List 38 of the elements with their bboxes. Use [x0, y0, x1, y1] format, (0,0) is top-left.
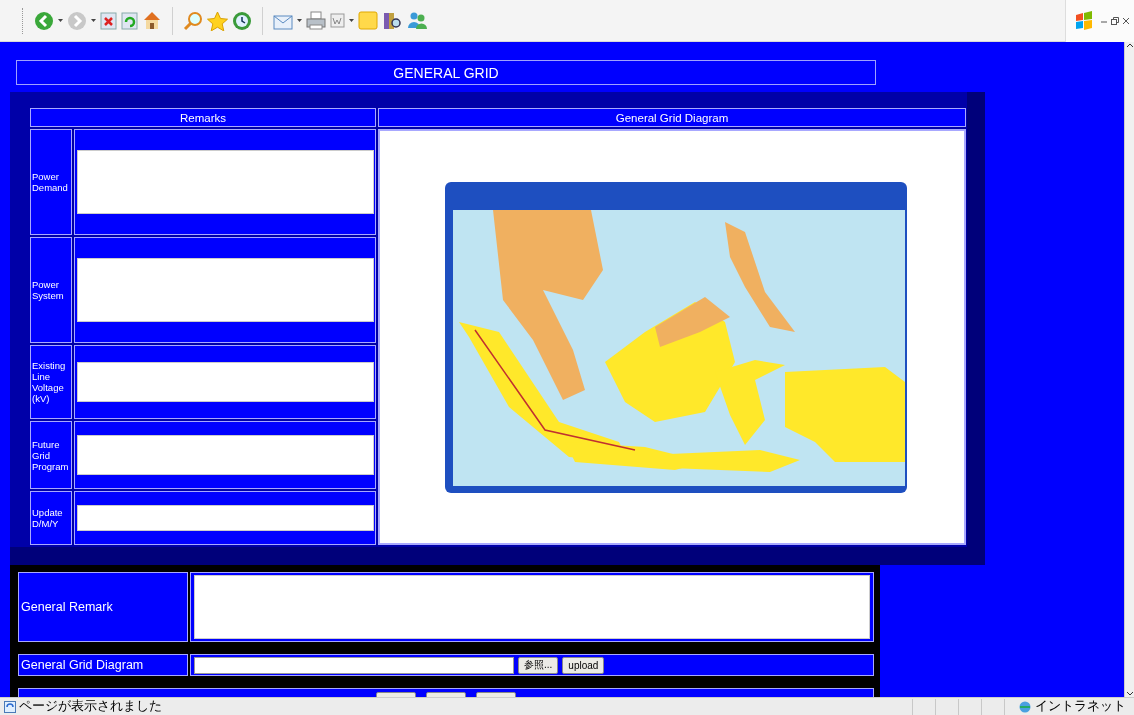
row-label: Power System — [30, 237, 72, 343]
upload-button[interactable]: upload — [562, 656, 605, 674]
restore-icon[interactable] — [1111, 16, 1119, 25]
scroll-down-icon[interactable] — [1125, 691, 1134, 697]
search-icon[interactable] — [183, 10, 203, 31]
remark-field[interactable] — [77, 362, 374, 402]
remark-field[interactable] — [77, 505, 374, 531]
browse-button[interactable]: 参照... — [518, 656, 559, 674]
refresh-icon[interactable] — [121, 11, 138, 30]
row-label: General Remark — [18, 572, 188, 642]
page-icon — [4, 700, 16, 713]
caret-icon[interactable] — [297, 19, 302, 22]
row-label: Update D/M/Y — [30, 491, 72, 545]
page-title: GENERAL GRID — [16, 60, 876, 85]
file-field[interactable] — [194, 656, 514, 674]
close-icon[interactable] — [1122, 16, 1130, 25]
book-icon[interactable] — [382, 10, 402, 31]
column-header: General Grid Diagram — [378, 108, 966, 127]
row-label: Existing Line Voltage (kV) — [30, 345, 72, 419]
caret-icon[interactable] — [58, 19, 63, 22]
windows-flag-icon — [1074, 10, 1094, 31]
remark-field[interactable] — [77, 258, 374, 322]
zone-text: イントラネット — [1035, 698, 1126, 715]
row-label: General Grid Diagram — [18, 654, 188, 676]
remark-field[interactable] — [77, 150, 374, 214]
remark-field[interactable] — [77, 435, 374, 475]
star-icon[interactable] — [207, 10, 228, 31]
stop-icon[interactable] — [100, 11, 117, 30]
row-label: Future Grid Program — [30, 421, 72, 489]
caret-icon[interactable] — [349, 19, 354, 22]
scroll-up-icon[interactable] — [1125, 42, 1134, 48]
column-header: Remarks — [30, 108, 376, 127]
row-label: Power Demand — [30, 129, 72, 235]
home-icon[interactable] — [142, 11, 162, 30]
clock-icon[interactable] — [232, 10, 252, 31]
caret-icon[interactable] — [91, 19, 96, 22]
globe-icon — [1018, 700, 1032, 713]
status-text: ページが表示されました — [19, 698, 162, 715]
